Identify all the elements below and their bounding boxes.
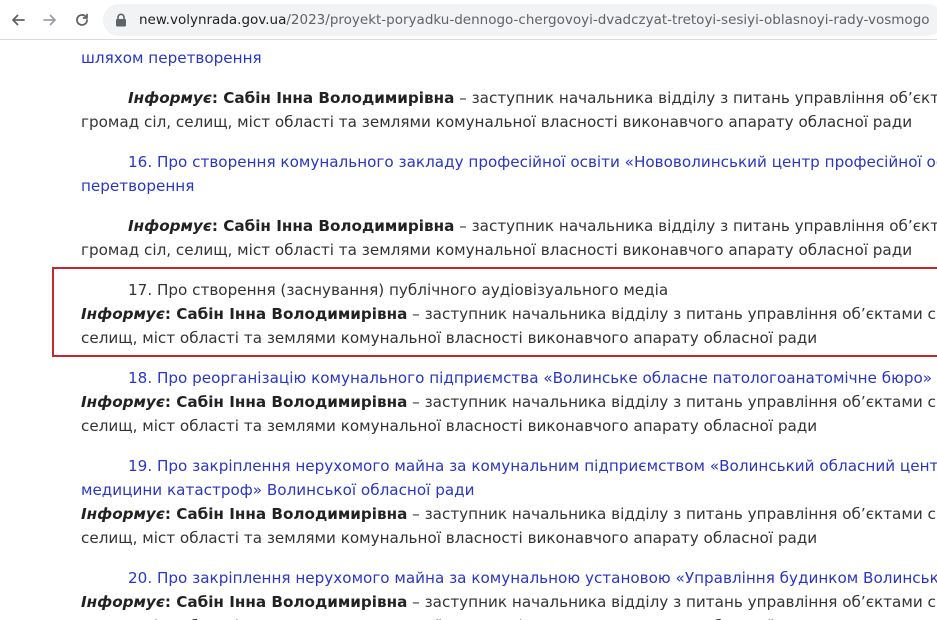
- url-path: /2023/proyekt-poryadku-dennogo-chergovoy…: [286, 12, 929, 28]
- page-content: ────────────────────────────────────────…: [0, 40, 937, 620]
- item-16-title-cont[interactable]: перетворення: [81, 176, 194, 196]
- item-17-title: 17. Про створення (заснування) публічног…: [128, 281, 669, 299]
- arrow-right-icon: [43, 14, 56, 26]
- url-text: new.volynrada.gov.ua/2023/proyekt-poryad…: [139, 12, 929, 28]
- browser-toolbar: new.volynrada.gov.ua/2023/proyekt-poryad…: [0, 0, 937, 40]
- informer-label: Інформує: Сабін Інна Володимирівна: [81, 505, 408, 523]
- item-19-title[interactable]: 19. Про закріплення нерухомого майна за …: [128, 456, 937, 476]
- informer-line: Інформує: Сабін Інна Володимирівна – зас…: [128, 89, 937, 107]
- informer-cont: селищ, міст області та землями комунальн…: [81, 529, 818, 547]
- address-bar[interactable]: new.volynrada.gov.ua/2023/proyekt-poryad…: [103, 4, 937, 36]
- item-19-title-cont[interactable]: медицини катастроф» Волинської обласної …: [81, 480, 475, 500]
- arrow-left-icon: [12, 14, 25, 26]
- informer-line: Інформує: Сабін Інна Володимирівна – зас…: [81, 505, 937, 523]
- forward-button[interactable]: [38, 8, 62, 32]
- informer-cont: громад сіл, селищ, міст області та земля…: [81, 113, 913, 131]
- item-18-title[interactable]: 18. Про реорганізацію комунального підпр…: [128, 368, 937, 388]
- informer-line: Інформує: Сабін Інна Володимирівна – зас…: [128, 217, 937, 235]
- informer-cont: громад сіл, селищ, міст області та земля…: [81, 241, 913, 259]
- reload-button[interactable]: [70, 8, 94, 32]
- item-15-title-cont[interactable]: шляхом перетворення: [81, 48, 262, 68]
- item-15-title-clipped[interactable]: ────────────────────────────────────────…: [81, 40, 931, 48]
- informer-label: Інформує: Сабін Інна Володимирівна: [81, 393, 408, 411]
- informer-cont: селищ, міст області та землями комунальн…: [81, 417, 818, 435]
- informer-cont: селищ, міст області та землями комунальн…: [81, 329, 818, 347]
- back-button[interactable]: [6, 8, 30, 32]
- item-20-title[interactable]: 20. Про закріплення нерухомого майна за …: [128, 568, 937, 588]
- informer-line: Інформує: Сабін Інна Володимирівна – зас…: [81, 305, 937, 323]
- informer-label: Інформує: Сабін Інна Володимирівна: [81, 593, 408, 611]
- item-15-clipped-line: ────────────────────────────────────────…: [81, 40, 931, 47]
- item-16-title[interactable]: 16. Про створення комунального закладу п…: [128, 152, 937, 172]
- url-host: new.volynrada.gov.ua: [139, 12, 287, 28]
- informer-line: Інформує: Сабін Інна Володимирівна – зас…: [81, 393, 937, 411]
- informer-label: Інформує: Сабін Інна Володимирівна: [81, 305, 408, 323]
- lock-icon: [116, 13, 126, 27]
- informer-label: Інформує: Сабін Інна Володимирівна: [128, 217, 455, 235]
- informer-line: Інформує: Сабін Інна Володимирівна – зас…: [81, 593, 937, 611]
- reload-icon: [76, 13, 88, 26]
- informer-label: Інформує: Сабін Інна Володимирівна: [128, 89, 455, 107]
- informer-cont: селищ, міст області та землями комунальн…: [81, 616, 817, 620]
